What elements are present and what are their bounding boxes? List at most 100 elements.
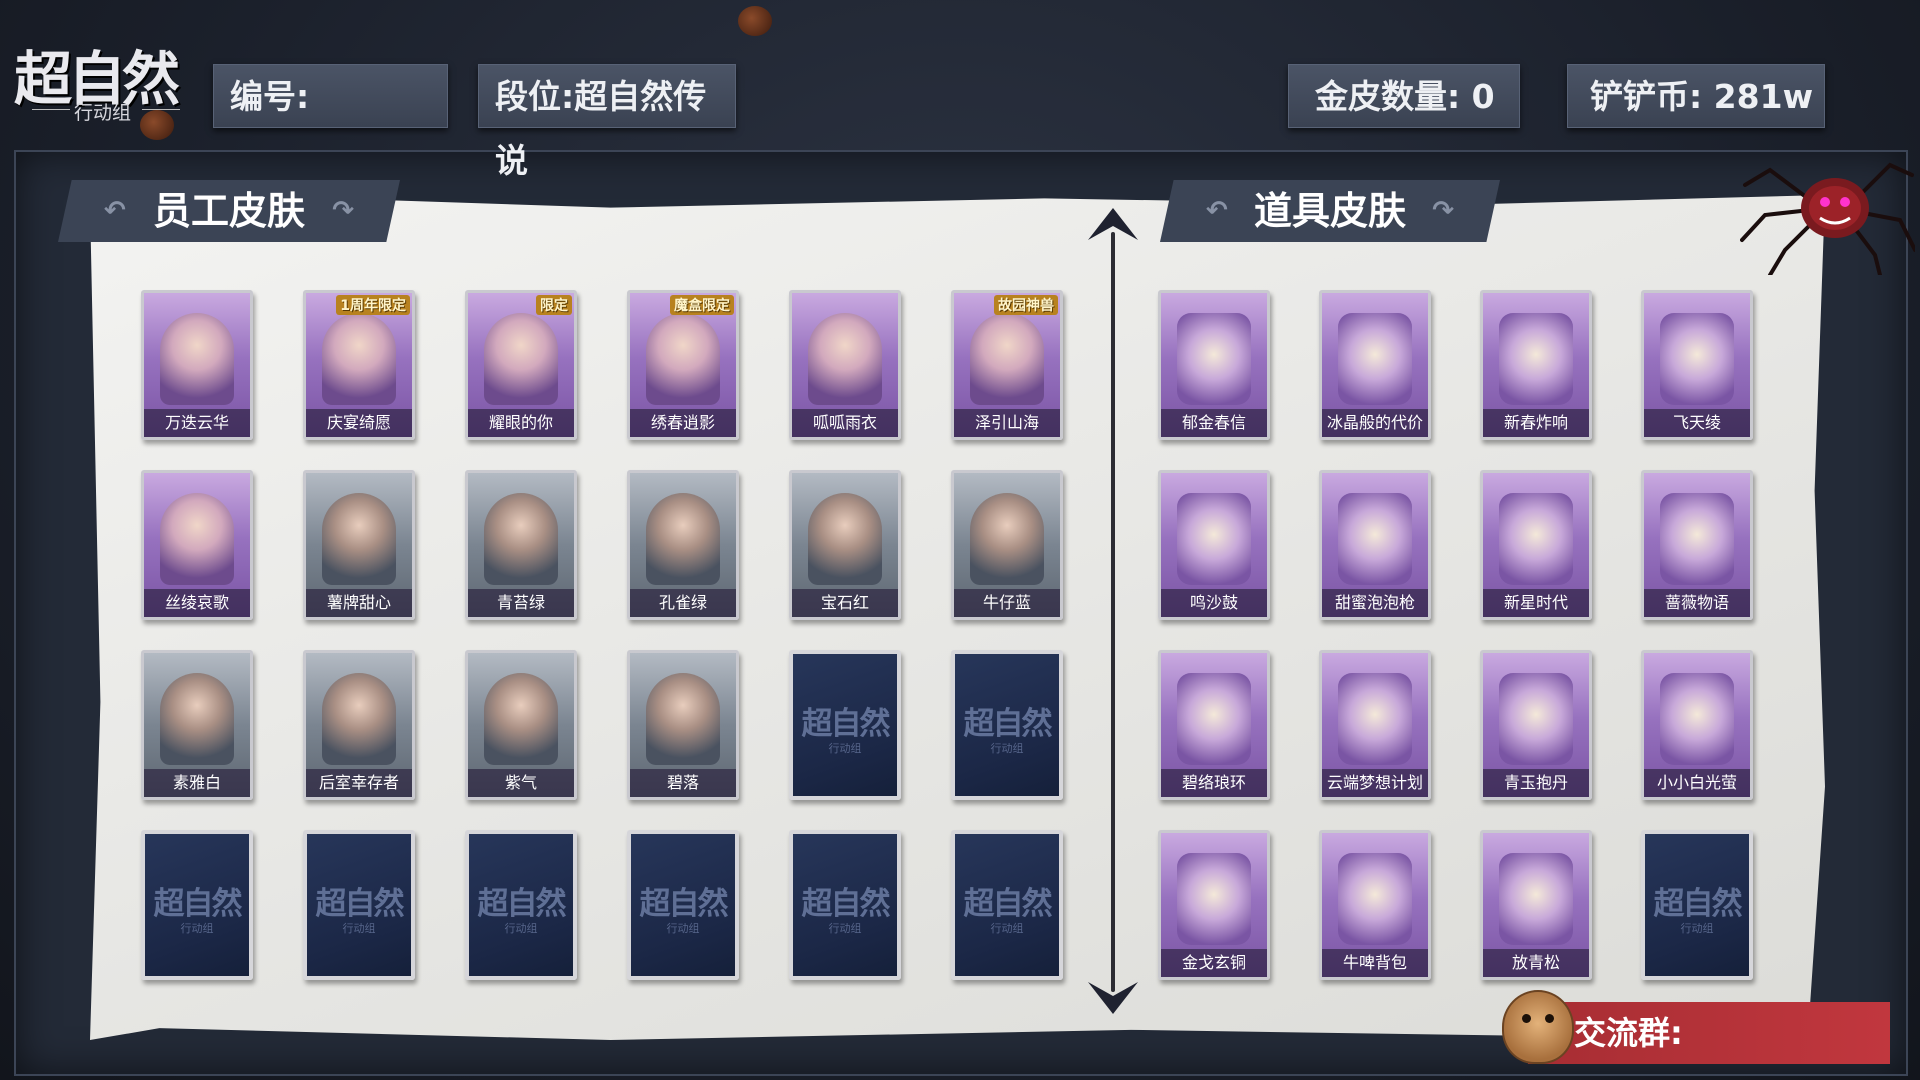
locked-watermark-subtext: 行动组 <box>828 922 862 935</box>
locked-watermark-subtext: 行动组 <box>504 922 538 935</box>
skin-name-label: 青玉抱丹 <box>1483 769 1589 797</box>
locked-watermark-text: 超自然 <box>801 706 891 742</box>
character-portrait <box>484 493 558 585</box>
employee-skin-card[interactable]: 碧落 <box>627 650 739 800</box>
locked-skin-card[interactable]: 超自然 行动组 <box>789 830 901 980</box>
locked-watermark-text: 超自然 <box>963 886 1053 922</box>
employee-skin-card[interactable]: 万迭云华 <box>141 290 253 440</box>
skin-name-label: 放青松 <box>1483 949 1589 977</box>
item-skin-card[interactable]: 蔷薇物语 <box>1641 470 1753 620</box>
employee-skin-card[interactable]: 绣春逍影 魔盒限定 <box>627 290 739 440</box>
employee-skins-title: 员工皮肤 <box>152 189 305 233</box>
employee-skin-card[interactable]: 薯牌甜心 <box>303 470 415 620</box>
locked-watermark-subtext: 行动组 <box>1680 922 1714 935</box>
character-portrait <box>322 313 396 405</box>
character-portrait <box>484 673 558 765</box>
character-portrait <box>160 313 234 405</box>
skin-name-label: 万迭云华 <box>144 409 250 437</box>
item-skin-artwork <box>1338 853 1412 945</box>
character-portrait <box>970 493 1044 585</box>
item-skin-artwork <box>1660 493 1734 585</box>
item-skin-artwork <box>1499 673 1573 765</box>
employee-skin-card[interactable]: 呱呱雨衣 <box>789 290 901 440</box>
item-skin-card[interactable]: 云端梦想计划 <box>1319 650 1431 800</box>
locked-skin-card[interactable]: 超自然 行动组 <box>789 650 901 800</box>
item-skin-card[interactable]: 飞天绫 <box>1641 290 1753 440</box>
skin-name-label: 宝石红 <box>792 589 898 617</box>
item-skin-card[interactable]: 鸣沙鼓 <box>1158 470 1270 620</box>
locked-skin-card[interactable]: 超自然 行动组 <box>303 830 415 980</box>
item-skin-card[interactable]: 冰晶般的代价 <box>1319 290 1431 440</box>
chat-group-label: 交流群: <box>1574 1014 1683 1052</box>
skin-name-label: 牛仔蓝 <box>954 589 1060 617</box>
skin-name-label: 金戈玄铜 <box>1161 949 1267 977</box>
locked-watermark-subtext: 行动组 <box>828 742 862 755</box>
employee-skin-card[interactable]: 后室幸存者 <box>303 650 415 800</box>
locked-skin-card[interactable]: 超自然 行动组 <box>627 830 739 980</box>
employee-skin-card[interactable]: 宝石红 <box>789 470 901 620</box>
skin-name-label: 丝绫哀歌 <box>144 589 250 617</box>
skin-name-label: 薯牌甜心 <box>306 589 412 617</box>
locked-skin-card[interactable]: 超自然 行动组 <box>141 830 253 980</box>
employee-skin-card[interactable]: 耀眼的你 限定 <box>465 290 577 440</box>
skin-name-label: 绣春逍影 <box>630 409 736 437</box>
item-skin-artwork <box>1338 673 1412 765</box>
locked-skin-card[interactable]: 超自然 行动组 <box>465 830 577 980</box>
item-skin-artwork <box>1177 493 1251 585</box>
scroll-down-arrow-icon[interactable] <box>1086 980 1140 1020</box>
locked-watermark-subtext: 行动组 <box>666 922 700 935</box>
character-portrait <box>808 493 882 585</box>
employee-skin-card[interactable]: 牛仔蓝 <box>951 470 1063 620</box>
employee-skin-card[interactable]: 泽引山海 故园神兽 <box>951 290 1063 440</box>
locked-skin-card[interactable]: 超自然 行动组 <box>951 830 1063 980</box>
item-skin-card[interactable]: 新星时代 <box>1480 470 1592 620</box>
employee-skins-header: ↶ 员工皮肤 ↷ <box>58 180 400 242</box>
item-skin-card[interactable]: 金戈玄铜 <box>1158 830 1270 980</box>
character-portrait <box>160 493 234 585</box>
skin-name-label: 云端梦想计划 <box>1322 769 1428 797</box>
employee-skin-card[interactable]: 素雅白 <box>141 650 253 800</box>
item-skins-header: ↶ 道具皮肤 ↷ <box>1160 180 1500 242</box>
coin-balance-box: 铲铲币: 281w <box>1567 64 1825 128</box>
item-skin-card[interactable]: 放青松 <box>1480 830 1592 980</box>
item-skin-card[interactable]: 碧络琅环 <box>1158 650 1270 800</box>
gold-skin-count-box: 金皮数量: 0 <box>1288 64 1520 128</box>
logo-subtitle: 行动组 <box>74 102 132 124</box>
skin-name-label: 耀眼的你 <box>468 409 574 437</box>
item-skin-artwork <box>1177 673 1251 765</box>
employee-skin-card[interactable]: 庆宴绮愿 1周年限定 <box>303 290 415 440</box>
character-portrait <box>484 313 558 405</box>
limited-edition-badge: 故园神兽 <box>994 295 1058 315</box>
employee-skin-card[interactable]: 丝绫哀歌 <box>141 470 253 620</box>
locked-skin-card[interactable]: 超自然 行动组 <box>1641 830 1753 980</box>
locked-watermark-subtext: 行动组 <box>990 742 1024 755</box>
skin-name-label: 碧落 <box>630 769 736 797</box>
item-skin-card[interactable]: 郁金春信 <box>1158 290 1270 440</box>
item-skin-card[interactable]: 甜蜜泡泡枪 <box>1319 470 1431 620</box>
item-skin-card[interactable]: 小小白光萤 <box>1641 650 1753 800</box>
skin-name-label: 冰晶般的代价 <box>1322 409 1428 437</box>
locked-watermark-text: 超自然 <box>639 886 729 922</box>
skin-name-label: 新春炸响 <box>1483 409 1589 437</box>
skin-name-label: 孔雀绿 <box>630 589 736 617</box>
locked-watermark-text: 超自然 <box>1653 886 1743 922</box>
employee-skin-card[interactable]: 紫气 <box>465 650 577 800</box>
item-skin-artwork <box>1338 493 1412 585</box>
employee-skin-card[interactable]: 青苔绿 <box>465 470 577 620</box>
item-skin-artwork <box>1660 313 1734 405</box>
item-skin-card[interactable]: 牛啤背包 <box>1319 830 1431 980</box>
locked-skin-card[interactable]: 超自然 行动组 <box>951 650 1063 800</box>
skin-name-label: 素雅白 <box>144 769 250 797</box>
skin-name-label: 庆宴绮愿 <box>306 409 412 437</box>
item-skin-card[interactable]: 新春炸响 <box>1480 290 1592 440</box>
character-portrait <box>808 313 882 405</box>
employee-skin-card[interactable]: 孔雀绿 <box>627 470 739 620</box>
swirl-ornament-icon: ↷ <box>332 196 354 226</box>
limited-edition-badge: 1周年限定 <box>336 295 410 315</box>
chat-group-banner[interactable]: 交流群: <box>1528 1002 1890 1064</box>
logo-divider <box>32 109 70 110</box>
character-portrait <box>646 313 720 405</box>
item-skin-card[interactable]: 青玉抱丹 <box>1480 650 1592 800</box>
limited-edition-badge: 魔盒限定 <box>670 295 734 315</box>
spider-decoration-icon <box>1740 162 1915 275</box>
